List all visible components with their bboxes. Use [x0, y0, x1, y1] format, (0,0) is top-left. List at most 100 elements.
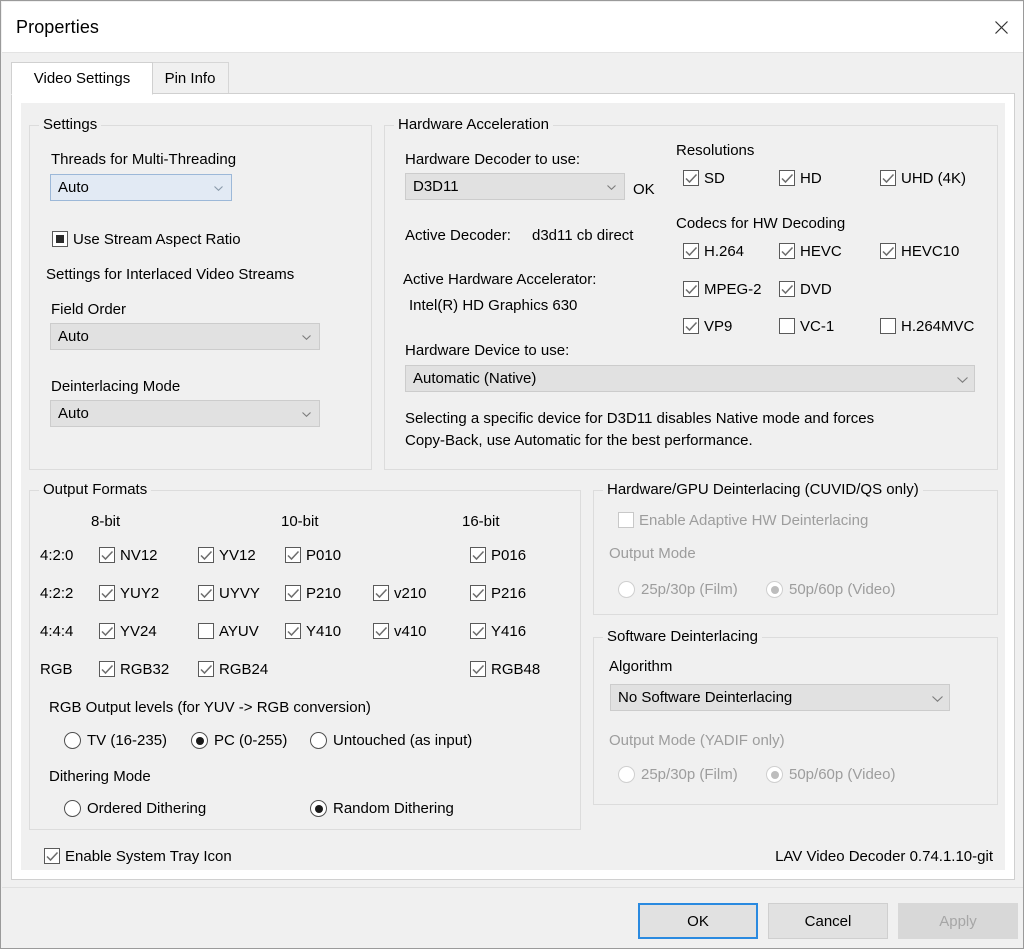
apply-button[interactable]: Apply	[898, 903, 1018, 939]
rgb-level-untouched-radio[interactable]: Untouched (as input)	[310, 732, 472, 750]
format-p016-checkbox[interactable]: P016	[470, 547, 526, 565]
active-decoder-label: Active Decoder:	[405, 227, 511, 244]
codec-vc1-checkbox[interactable]: VC-1	[779, 318, 834, 336]
codec-vp9-checkbox[interactable]: VP9	[683, 318, 732, 336]
active-decoder-value: d3d11 cb direct	[532, 227, 634, 244]
settings-group-title: Settings	[39, 116, 102, 133]
format-p016-label: P016	[491, 547, 527, 564]
format-rgb32-checkbox[interactable]: RGB32	[99, 661, 169, 679]
format-yv24-checkbox[interactable]: YV24	[99, 623, 157, 641]
format-uyvy-checkbox[interactable]: UYVY	[198, 585, 260, 603]
sw-algorithm-combo[interactable]: No Software Deinterlacing	[610, 684, 950, 711]
sw-output-mode-film-label: 25p/30p (Film)	[641, 766, 738, 783]
dithering-ordered-radio[interactable]: Ordered Dithering	[64, 800, 206, 818]
format-rgb48-checkbox[interactable]: RGB48	[470, 661, 540, 679]
codec-hevc-checkbox[interactable]: HEVC	[779, 243, 842, 261]
format-p216-checkbox[interactable]: P216	[470, 585, 526, 603]
rgb-level-tv-radio[interactable]: TV (16-235)	[64, 732, 167, 750]
format-yv12-checkbox[interactable]: YV12	[198, 547, 256, 565]
apply-button-label: Apply	[939, 912, 977, 930]
format-yuy2-label: YUY2	[120, 585, 160, 602]
checkbox-checked-icon	[880, 243, 896, 259]
enable-system-tray-icon-checkbox[interactable]: Enable System Tray Icon	[44, 848, 232, 866]
codec-hevc10-label: HEVC10	[901, 243, 960, 260]
version-text: LAV Video Decoder 0.74.1.10-git	[775, 848, 993, 865]
hw-output-mode-video-radio[interactable]: 50p/60p (Video)	[766, 581, 895, 599]
codec-vc1-label: VC-1	[800, 318, 835, 335]
codec-dvd-label: DVD	[800, 281, 832, 298]
hw-device-combo[interactable]: Automatic (Native)	[405, 365, 975, 392]
hw-decoder-label: Hardware Decoder to use:	[405, 151, 581, 168]
format-v210-checkbox[interactable]: v210	[373, 585, 427, 603]
format-yuy2-checkbox[interactable]: YUY2	[99, 585, 159, 603]
output-formats-title: Output Formats	[39, 481, 152, 498]
format-y416-checkbox[interactable]: Y416	[470, 623, 526, 641]
hw-decoder-combo[interactable]: D3D11	[405, 173, 625, 200]
resolutions-title: Resolutions	[676, 142, 755, 159]
checkbox-checked-icon	[99, 547, 115, 563]
field-order-combo[interactable]: Auto	[50, 323, 320, 350]
hw-device-label: Hardware Device to use:	[405, 342, 570, 359]
radio-unselected-icon	[618, 581, 635, 598]
format-p010-checkbox[interactable]: P010	[285, 547, 341, 565]
ok-button[interactable]: OK	[638, 903, 758, 939]
checkbox-unchecked-icon	[880, 318, 896, 334]
format-ayuv-checkbox[interactable]: AYUV	[198, 623, 259, 641]
resolution-hd-checkbox[interactable]: HD	[779, 170, 822, 188]
resolution-uhd-checkbox[interactable]: UHD (4K)	[880, 170, 966, 188]
hw-output-mode-film-radio[interactable]: 25p/30p (Film)	[618, 581, 738, 599]
format-rgb24-checkbox[interactable]: RGB24	[198, 661, 268, 679]
hardware-acceleration-title: Hardware Acceleration	[394, 116, 553, 133]
active-accelerator-value: Intel(R) HD Graphics 630	[409, 297, 578, 314]
hw-output-mode-video-label: 50p/60p (Video)	[789, 581, 896, 598]
close-button[interactable]	[978, 2, 1023, 52]
format-y410-checkbox[interactable]: Y410	[285, 623, 341, 641]
threads-combo[interactable]: Auto	[50, 174, 232, 201]
chevron-down-icon	[932, 695, 943, 702]
checkbox-checked-icon	[285, 585, 301, 601]
hardware-acceleration-group: Hardware Acceleration Hardware Decoder t…	[384, 116, 998, 470]
rgb-output-levels-label: RGB Output levels (for YUV -> RGB conver…	[49, 699, 371, 716]
codec-hevc10-checkbox[interactable]: HEVC10	[880, 243, 959, 261]
codec-h264-label: H.264	[704, 243, 745, 260]
tab-video-settings[interactable]: Video Settings	[11, 62, 153, 95]
tab-pin-info[interactable]: Pin Info	[151, 62, 229, 94]
settings-group: Settings Threads for Multi-Threading Aut…	[29, 116, 372, 470]
resolution-sd-checkbox[interactable]: SD	[683, 170, 725, 188]
interlaced-streams-header: Settings for Interlaced Video Streams	[46, 266, 295, 283]
chevron-down-icon	[214, 185, 223, 191]
codec-mpeg2-checkbox[interactable]: MPEG-2	[683, 281, 762, 299]
hw-output-mode-film-label: 25p/30p (Film)	[641, 581, 738, 598]
checkbox-checked-icon	[99, 585, 115, 601]
window-title: Properties	[16, 17, 100, 37]
checkbox-checked-icon	[683, 318, 699, 334]
checkbox-checked-icon	[99, 661, 115, 677]
radio-unselected-icon	[64, 800, 81, 817]
checkbox-checked-icon	[285, 547, 301, 563]
format-nv12-checkbox[interactable]: NV12	[99, 547, 158, 565]
threads-label: Threads for Multi-Threading	[51, 151, 237, 168]
checkbox-checked-icon	[470, 661, 486, 677]
format-v410-label: v410	[394, 623, 427, 640]
use-stream-aspect-ratio-checkbox[interactable]: Use Stream Aspect Ratio	[52, 231, 241, 249]
codec-dvd-checkbox[interactable]: DVD	[779, 281, 832, 299]
sw-output-mode-video-radio[interactable]: 50p/60p (Video)	[766, 766, 895, 784]
dithering-random-label: Random Dithering	[333, 800, 454, 817]
enable-adaptive-hw-deinterlacing-checkbox[interactable]: Enable Adaptive HW Deinterlacing	[618, 512, 868, 530]
tab-pin-info-label: Pin Info	[164, 70, 216, 87]
format-v410-checkbox[interactable]: v410	[373, 623, 427, 641]
radio-selected-icon	[766, 766, 783, 783]
deinterlacing-mode-combo[interactable]: Auto	[50, 400, 320, 427]
dithering-random-radio[interactable]: Random Dithering	[310, 800, 454, 818]
rgb-level-pc-radio[interactable]: PC (0-255)	[191, 732, 287, 750]
codec-h264mvc-checkbox[interactable]: H.264MVC	[880, 318, 974, 336]
dithering-ordered-label: Ordered Dithering	[87, 800, 207, 817]
sw-output-mode-film-radio[interactable]: 25p/30p (Film)	[618, 766, 738, 784]
format-yv12-label: YV12	[219, 547, 256, 564]
use-stream-aspect-ratio-label: Use Stream Aspect Ratio	[73, 231, 241, 248]
codec-h264-checkbox[interactable]: H.264	[683, 243, 744, 261]
hw-decoder-status: OK	[633, 181, 655, 198]
format-y410-label: Y410	[306, 623, 342, 640]
cancel-button[interactable]: Cancel	[768, 903, 888, 939]
format-p210-checkbox[interactable]: P210	[285, 585, 341, 603]
